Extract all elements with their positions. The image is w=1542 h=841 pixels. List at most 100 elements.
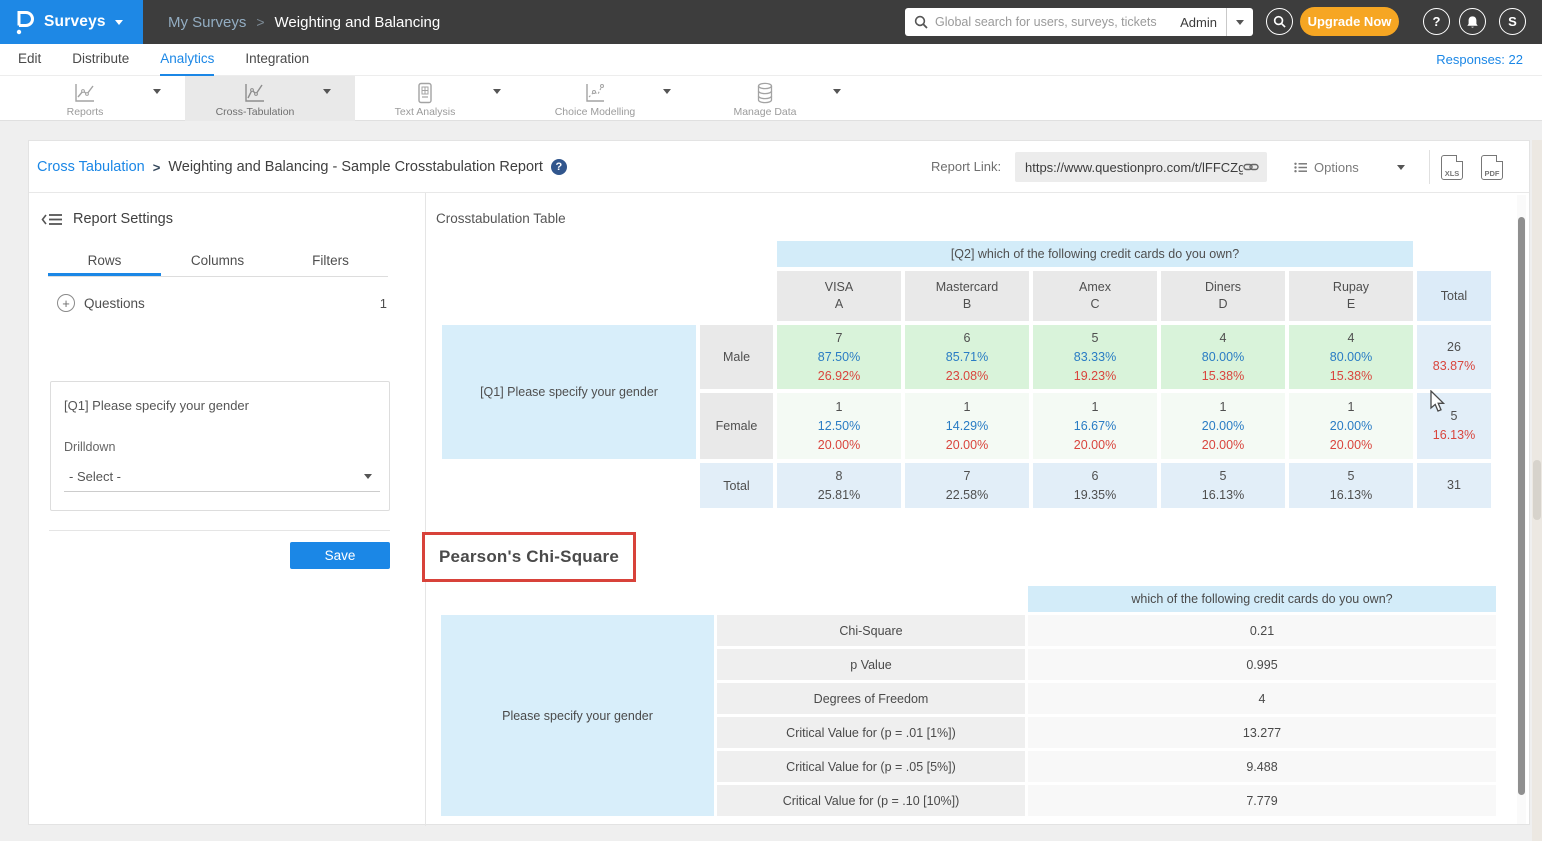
app-window: Surveys My Surveys > Weighting and Balan… — [0, 0, 1542, 841]
divider — [49, 530, 390, 531]
responses-count[interactable]: Responses: 22 — [1436, 44, 1523, 76]
chi-row-header: Please specify your gender — [441, 615, 714, 816]
settings-tabs: Rows Columns Filters — [48, 247, 388, 277]
column-header-rupay: RupayE — [1289, 271, 1413, 321]
chi-square-table: which of the following credit cards do y… — [438, 583, 1499, 819]
toolbar-choice-modelling[interactable]: Choice Modelling — [525, 76, 695, 121]
crosstab-cell: 112.50%20.00% — [777, 393, 901, 459]
scrollbar-thumb[interactable] — [1533, 460, 1541, 520]
toolbar-cross-tabulation[interactable]: Cross-Tabulation — [185, 76, 355, 121]
choice-modelling-icon — [583, 82, 607, 104]
chi-stat-value: 7.779 — [1028, 785, 1496, 816]
add-question-button[interactable]: + — [57, 294, 75, 312]
folded-corner — [1496, 155, 1503, 162]
breadcrumb-separator: > — [256, 14, 264, 30]
report-link-field[interactable]: https://www.questionpro.com/t/lFFCZg — [1015, 152, 1267, 182]
export-xls-button[interactable]: XLS — [1441, 155, 1463, 180]
crosstab-cell: 583.33%19.23% — [1033, 325, 1157, 389]
report-link-label: Report Link: — [931, 141, 1001, 193]
tab-filters[interactable]: Filters — [274, 247, 387, 276]
column-header-visa: VISAA — [777, 271, 901, 321]
link-icon[interactable] — [1243, 161, 1259, 173]
search-scope-dropdown[interactable] — [1227, 20, 1253, 25]
crosstab-row-total: 516.13% — [1417, 393, 1491, 459]
divider — [1429, 150, 1430, 184]
upgrade-now-button[interactable]: Upgrade Now — [1300, 7, 1399, 36]
list-icon — [1294, 162, 1307, 173]
notifications-button[interactable] — [1459, 8, 1486, 35]
collapse-panel-icon[interactable] — [41, 212, 63, 227]
pearson-annotation-box: Pearson's Chi-Square — [422, 532, 636, 582]
drilldown-selected-value: - Select - — [69, 469, 121, 484]
crosstab-column-total: 516.13% — [1161, 463, 1285, 508]
breadcrumb-my-surveys[interactable]: My Surveys — [168, 14, 246, 31]
column-group-header: [Q2] which of the following credit cards… — [777, 241, 1413, 267]
global-search[interactable]: Admin — [905, 8, 1253, 36]
toolbar-label: Manage Data — [733, 106, 796, 118]
tab-edit[interactable]: Edit — [18, 44, 41, 76]
drilldown-label: Drilldown — [64, 440, 115, 454]
chi-stat-label: Critical Value for (p = .05 [5%]) — [717, 751, 1025, 782]
crosstab-cell: 480.00%15.38% — [1161, 325, 1285, 389]
report-header-bar: Cross Tabulation > Weighting and Balanci… — [29, 141, 1529, 193]
cross-tabulation-link[interactable]: Cross Tabulation — [37, 159, 145, 175]
save-button[interactable]: Save — [290, 542, 390, 569]
tab-analytics[interactable]: Analytics — [160, 44, 214, 76]
chevron-down-icon[interactable] — [493, 94, 501, 112]
question-text: [Q1] Please specify your gender — [64, 398, 249, 413]
tab-distribute[interactable]: Distribute — [72, 44, 129, 76]
chevron-down-icon[interactable] — [833, 94, 841, 112]
toolbar-reports[interactable]: Reports — [15, 76, 185, 121]
crosstab-column-total: 825.81% — [777, 463, 901, 508]
crosstab-column-total: 722.58% — [905, 463, 1029, 508]
page-scrollbar[interactable] — [1532, 140, 1542, 841]
mouse-cursor — [1430, 390, 1447, 413]
crosstab-table: [Q2] which of the following credit cards… — [438, 237, 1495, 512]
pearson-title: Pearson's Chi-Square — [439, 547, 619, 567]
product-switcher[interactable]: Surveys — [0, 0, 143, 44]
chi-stat-label: Degrees of Freedom — [717, 683, 1025, 714]
search-icon — [1273, 15, 1286, 28]
chi-stat-value: 0.995 — [1028, 649, 1496, 680]
tab-rows[interactable]: Rows — [48, 247, 161, 276]
tab-integration[interactable]: Integration — [245, 44, 309, 76]
row-label-total: Total — [700, 463, 773, 508]
chevron-down-icon — [1397, 165, 1405, 170]
search-icon — [914, 15, 928, 29]
avatar[interactable]: S — [1499, 8, 1526, 35]
crosstab-cell: 114.29%20.00% — [905, 393, 1029, 459]
content-scrollbar[interactable] — [1517, 195, 1526, 824]
chi-stat-label: Chi-Square — [717, 615, 1025, 646]
report-url[interactable]: https://www.questionpro.com/t/lFFCZg — [1025, 160, 1243, 175]
tab-columns[interactable]: Columns — [161, 247, 274, 276]
toolbar-manage-data[interactable]: Manage Data — [695, 76, 865, 121]
folded-corner — [1456, 155, 1463, 162]
chi-stat-value: 13.277 — [1028, 717, 1496, 748]
search-input[interactable] — [935, 15, 1176, 29]
chevron-down-icon — [364, 474, 372, 479]
help-icon[interactable]: ? — [551, 159, 567, 175]
toolbar-label: Reports — [67, 106, 104, 118]
breadcrumb-current-survey: Weighting and Balancing — [275, 14, 441, 31]
chevron-down-icon[interactable] — [663, 94, 671, 112]
column-header-total: Total — [1417, 271, 1491, 321]
crosstab-cell: 787.50%26.92% — [777, 325, 901, 389]
export-pdf-button[interactable]: PDF — [1481, 155, 1503, 180]
chevron-down-icon[interactable] — [153, 94, 161, 112]
chi-stat-value: 4 — [1028, 683, 1496, 714]
chevron-down-icon[interactable] — [323, 94, 331, 112]
analytics-toolbar: Reports Cross-Tabulation — [0, 76, 1542, 121]
options-dropdown[interactable]: Options — [1294, 141, 1405, 193]
toolbar-text-analysis[interactable]: Text Analysis — [355, 76, 525, 121]
questions-label: Questions — [84, 296, 145, 311]
crosstab-grand-total: 31 — [1417, 463, 1491, 508]
toolbar-label: Choice Modelling — [555, 106, 636, 118]
header-search-button[interactable] — [1266, 8, 1293, 35]
scrollbar-thumb[interactable] — [1518, 217, 1525, 795]
text-analysis-icon — [416, 82, 434, 104]
help-button[interactable]: ? — [1423, 8, 1450, 35]
chi-stat-label: Critical Value for (p = .01 [1%]) — [717, 717, 1025, 748]
questions-count-badge: 1 — [380, 296, 387, 311]
drilldown-select[interactable]: - Select - — [64, 462, 380, 492]
crosstab-cell: 120.00%20.00% — [1161, 393, 1285, 459]
